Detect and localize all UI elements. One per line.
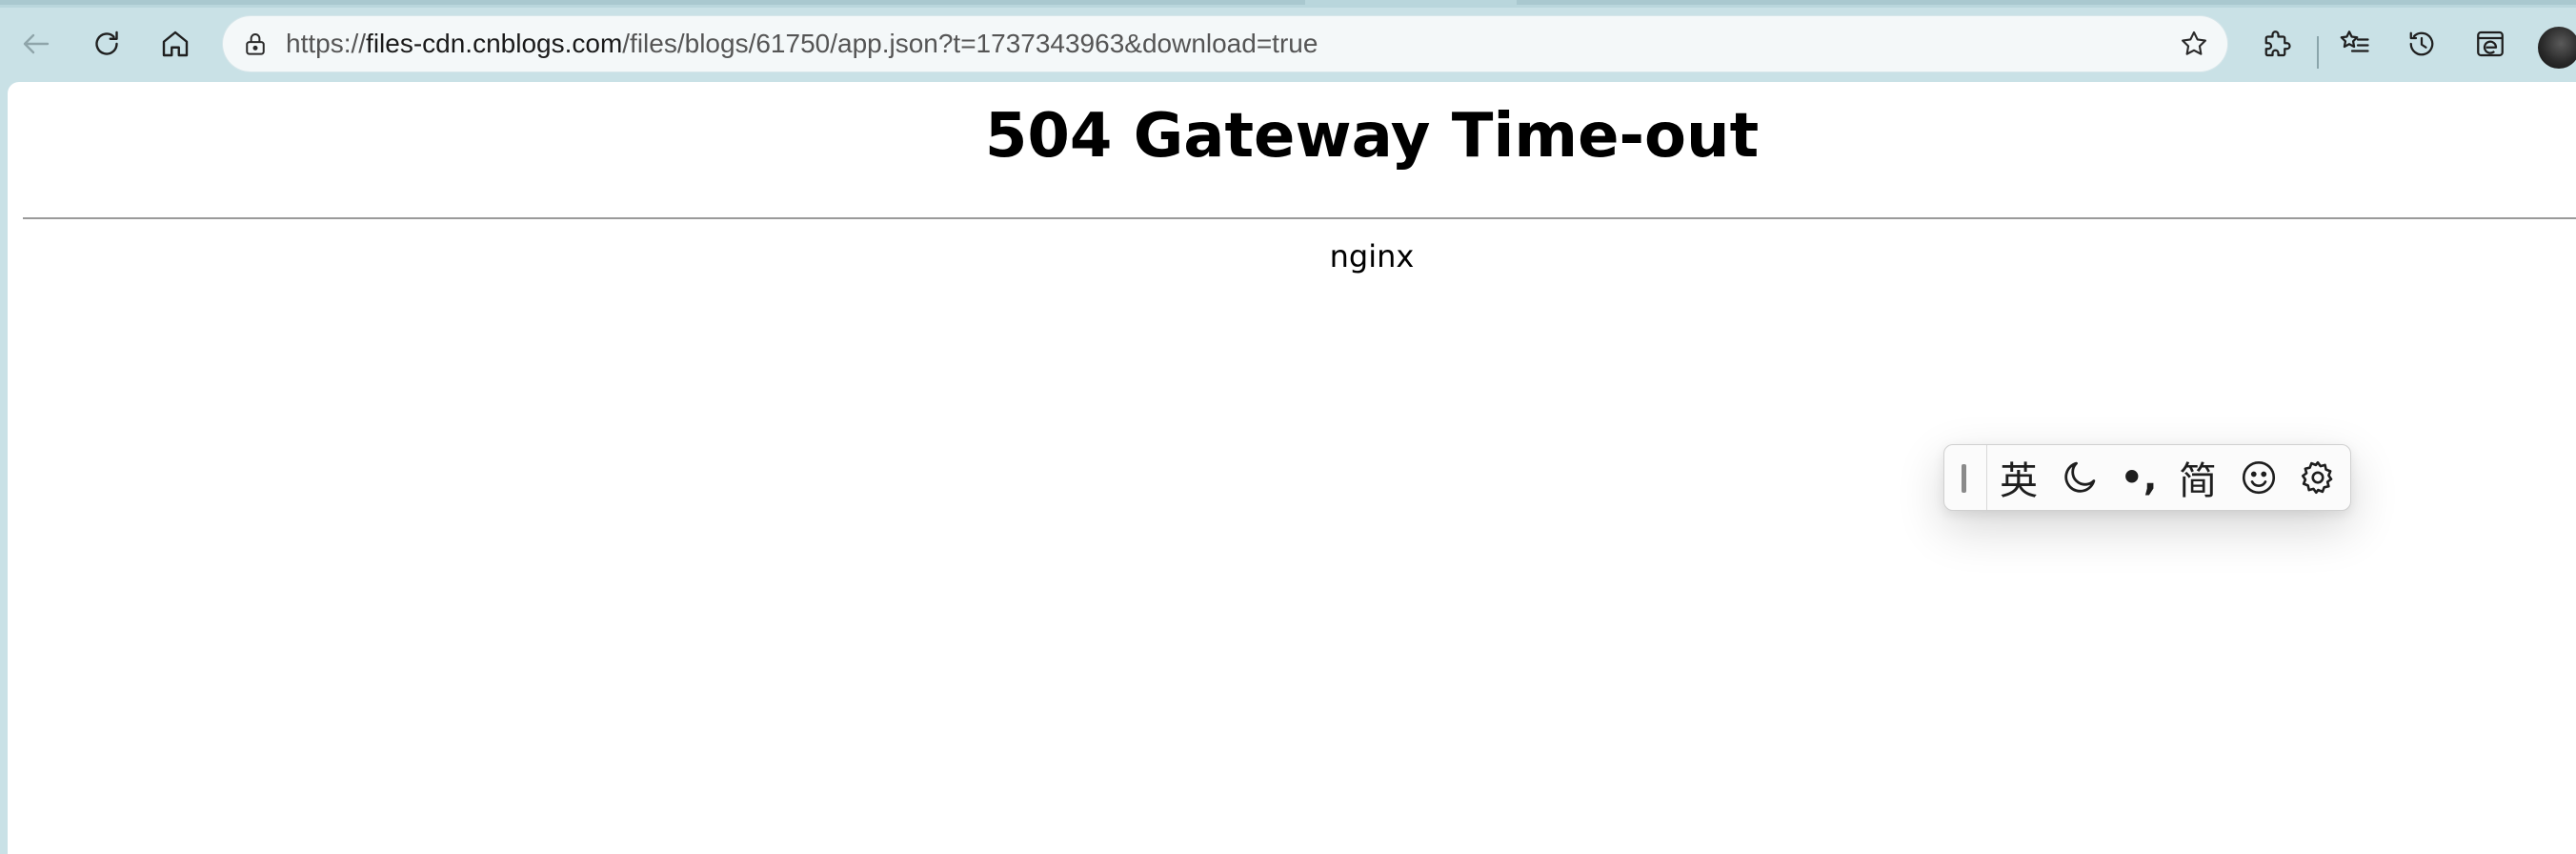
- favorite-button[interactable]: [2174, 24, 2214, 64]
- extensions-button[interactable]: [2254, 21, 2300, 67]
- punctuation-button[interactable]: •,: [2112, 451, 2165, 504]
- page-title: 504 Gateway Time-out: [984, 101, 1760, 172]
- server-name: nginx: [1329, 238, 1415, 274]
- url-path: /files/blogs/61750/app.json?t=1737343963…: [622, 29, 1318, 58]
- star-icon: [2182, 30, 2206, 55]
- smiley-icon: [2242, 460, 2276, 495]
- url-text[interactable]: https://files-cdn.cnblogs.com/files/blog…: [286, 16, 1318, 71]
- refresh-icon: [95, 30, 118, 55]
- puzzle-icon: [2264, 30, 2291, 57]
- tab-edge-left[interactable]: [0, 0, 1305, 5]
- theme-button[interactable]: [2053, 451, 2106, 504]
- moon-icon: [2064, 461, 2096, 493]
- history-button[interactable]: [2399, 21, 2445, 67]
- ie-mode-button[interactable]: [2467, 21, 2513, 67]
- back-button[interactable]: [13, 21, 59, 67]
- emoji-button[interactable]: [2232, 451, 2285, 504]
- tab-strip: [0, 0, 2576, 8]
- internet-explorer-icon: [2477, 30, 2504, 57]
- tab-edge-right[interactable]: [1517, 0, 2576, 5]
- browser-toolbar: https://files-cdn.cnblogs.com/files/blog…: [0, 8, 2576, 80]
- favorites-button[interactable]: [2332, 21, 2378, 67]
- lock-icon: [246, 33, 265, 55]
- refresh-button[interactable]: [84, 21, 130, 67]
- ime-settings-button[interactable]: [2291, 451, 2345, 504]
- gear-icon: [2301, 460, 2333, 495]
- toolbar-separator: [2317, 36, 2319, 69]
- url-prefix: https://: [286, 29, 367, 58]
- home-icon: [162, 30, 189, 57]
- divider: [23, 217, 2576, 219]
- ime-toolbar: 英 •, 简: [1943, 444, 2351, 511]
- language-toggle-button[interactable]: 英: [1992, 451, 2045, 504]
- favorites-list-icon: [2340, 30, 2369, 52]
- address-bar[interactable]: https://files-cdn.cnblogs.com/files/blog…: [223, 16, 2227, 71]
- site-info-button[interactable]: [238, 27, 272, 61]
- charset-button[interactable]: 简: [2171, 451, 2224, 504]
- url-host: files-cdn.cnblogs.com: [366, 29, 623, 58]
- home-button[interactable]: [152, 21, 198, 67]
- profile-avatar[interactable]: [2538, 27, 2576, 69]
- ime-divider: [1986, 445, 1987, 510]
- history-icon: [2409, 31, 2434, 56]
- arrow-left-icon: [23, 33, 50, 54]
- drag-handle[interactable]: [1962, 464, 1966, 493]
